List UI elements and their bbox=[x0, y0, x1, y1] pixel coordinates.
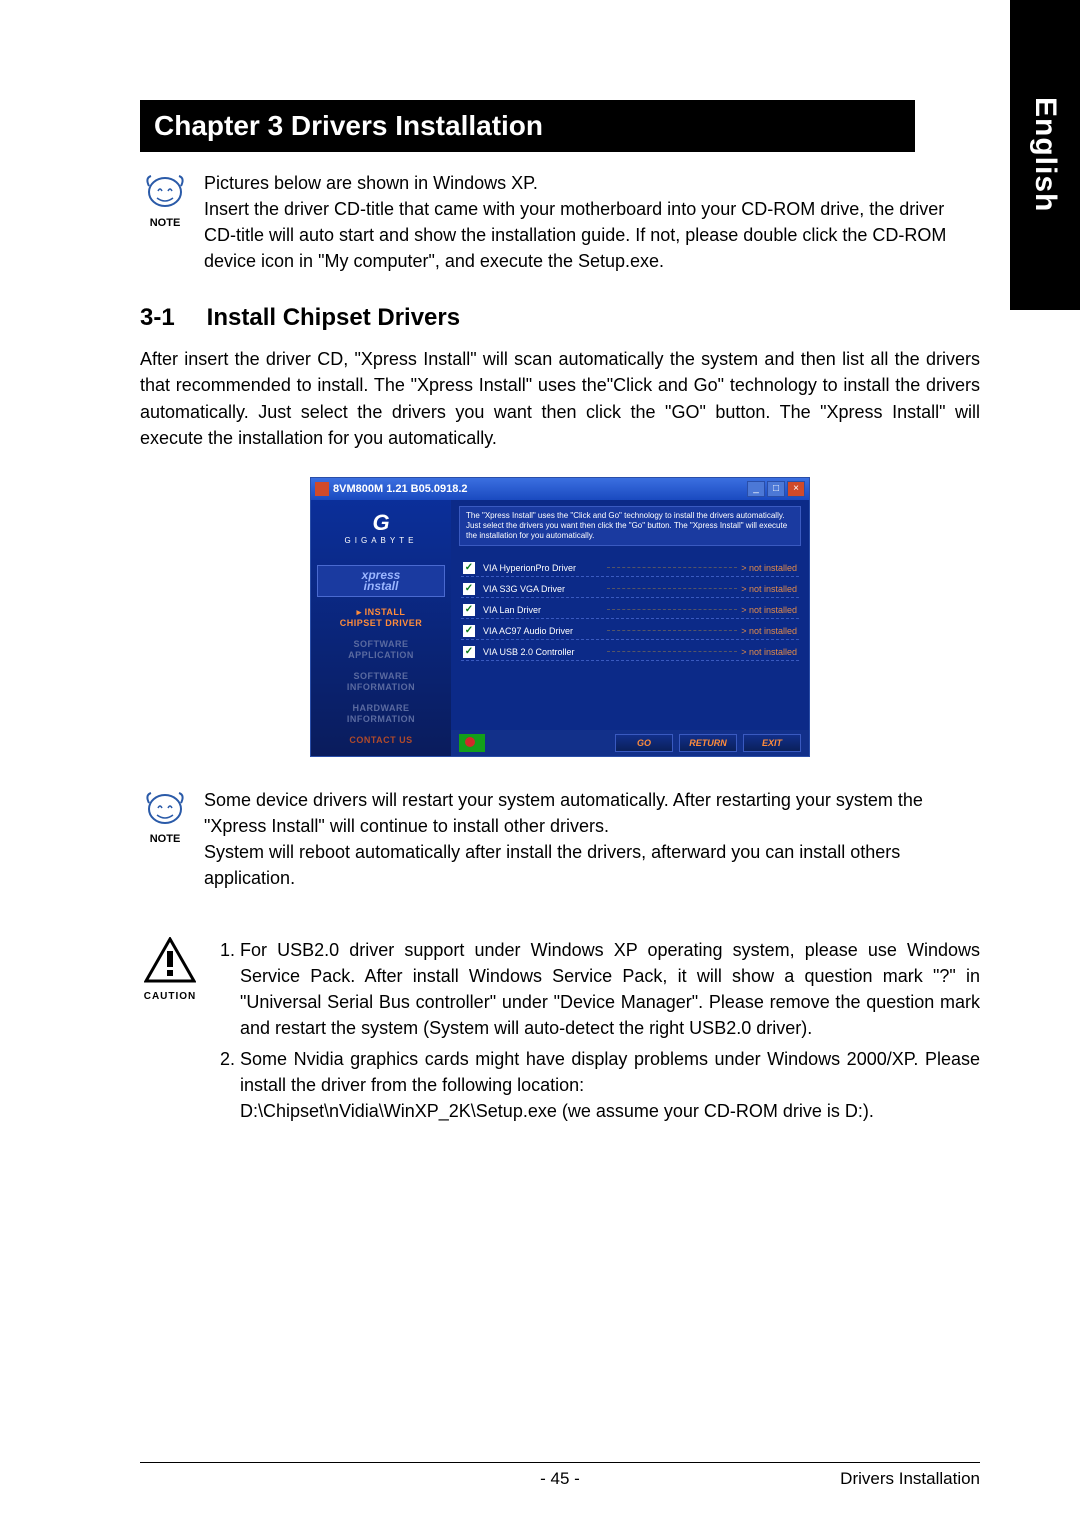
note-block-1: NOTE Pictures below are shown in Windows… bbox=[140, 170, 980, 274]
note-text: Some device drivers will restart your sy… bbox=[204, 787, 980, 891]
driver-name: VIA HyperionPro Driver bbox=[483, 563, 603, 573]
caution-block: CAUTION For USB2.0 driver support under … bbox=[140, 937, 980, 1128]
app-sidebar: G GIGABYTE xpressinstall ▸ INSTALLCHIPSE… bbox=[311, 500, 451, 756]
driver-status: > not installed bbox=[741, 647, 797, 657]
app-icon bbox=[315, 482, 329, 496]
driver-row[interactable]: ✓ VIA AC97 Audio Driver > not installed bbox=[461, 619, 799, 640]
close-button[interactable]: × bbox=[787, 481, 805, 497]
go-button[interactable]: GO bbox=[615, 734, 673, 752]
sidebar-item[interactable]: ▸ INSTALLCHIPSET DRIVER bbox=[319, 607, 443, 629]
checkbox-icon[interactable]: ✓ bbox=[463, 583, 475, 595]
driver-status: > not installed bbox=[741, 563, 797, 573]
maximize-button[interactable]: □ bbox=[767, 481, 785, 497]
section-heading: 3-1 Install Chipset Drivers bbox=[140, 304, 980, 332]
language-flag-icon[interactable] bbox=[459, 734, 485, 752]
driver-status: > not installed bbox=[741, 584, 797, 594]
driver-row[interactable]: ✓ VIA USB 2.0 Controller > not installed bbox=[461, 640, 799, 661]
driver-status: > not installed bbox=[741, 605, 797, 615]
chapter-title: Chapter 3 Drivers Installation bbox=[140, 100, 915, 152]
driver-status: > not installed bbox=[741, 626, 797, 636]
window-title: 8VM800M 1.21 B05.0918.2 bbox=[333, 483, 747, 495]
note-text: Pictures below are shown in Windows XP. … bbox=[204, 170, 980, 274]
caution-item: Some Nvidia graphics cards might have di… bbox=[240, 1046, 980, 1124]
checkbox-icon[interactable]: ✓ bbox=[463, 562, 475, 574]
minimize-button[interactable]: _ bbox=[747, 481, 765, 497]
note-icon: NOTE bbox=[140, 787, 190, 891]
driver-row[interactable]: ✓ VIA HyperionPro Driver > not installed bbox=[461, 556, 799, 577]
checkbox-icon[interactable]: ✓ bbox=[463, 604, 475, 616]
xpress-install-window: 8VM800M 1.21 B05.0918.2 _ □ × G GIGABYTE… bbox=[310, 477, 810, 757]
caution-item: For USB2.0 driver support under Windows … bbox=[240, 937, 980, 1041]
info-text: The "Xpress Install" uses the "Click and… bbox=[459, 506, 801, 546]
caution-list: For USB2.0 driver support under Windows … bbox=[214, 937, 980, 1124]
driver-name: VIA Lan Driver bbox=[483, 605, 603, 615]
xpress-install-badge: xpressinstall bbox=[317, 565, 445, 597]
section-body: After insert the driver CD, "Xpress Inst… bbox=[140, 346, 980, 450]
sidebar-item[interactable]: SOFTWAREINFORMATION bbox=[319, 671, 443, 693]
return-button[interactable]: RETURN bbox=[679, 734, 737, 752]
window-titlebar: 8VM800M 1.21 B05.0918.2 _ □ × bbox=[311, 478, 809, 500]
language-tab: English bbox=[1010, 0, 1080, 310]
page-footer: - 45 - Drivers Installation bbox=[140, 1462, 980, 1489]
driver-row[interactable]: ✓ VIA S3G VGA Driver > not installed bbox=[461, 577, 799, 598]
driver-list: ✓ VIA HyperionPro Driver > not installed ✓ V… bbox=[451, 548, 809, 730]
driver-location-path: D:\Chipset\nVidia\WinXP_2K\Setup.exe (we… bbox=[240, 1098, 980, 1124]
driver-row[interactable]: ✓ VIA Lan Driver > not installed bbox=[461, 598, 799, 619]
note-icon: NOTE bbox=[140, 170, 190, 274]
button-bar: GO RETURN EXIT bbox=[451, 730, 809, 756]
page-number: - 45 - bbox=[140, 1469, 980, 1489]
note-block-2: NOTE Some device drivers will restart yo… bbox=[140, 787, 980, 891]
language-label: English bbox=[1028, 97, 1062, 212]
checkbox-icon[interactable]: ✓ bbox=[463, 625, 475, 637]
sidebar-item[interactable]: HARDWAREINFORMATION bbox=[319, 703, 443, 725]
brand-name: GIGABYTE bbox=[311, 536, 451, 545]
sidebar-item[interactable]: CONTACT US bbox=[319, 735, 443, 746]
brand-logo: G bbox=[311, 510, 451, 536]
caution-icon: CAUTION bbox=[140, 937, 200, 1128]
exit-button[interactable]: EXIT bbox=[743, 734, 801, 752]
checkbox-icon[interactable]: ✓ bbox=[463, 646, 475, 658]
driver-name: VIA AC97 Audio Driver bbox=[483, 626, 603, 636]
driver-name: VIA S3G VGA Driver bbox=[483, 584, 603, 594]
sidebar-item[interactable]: SOFTWAREAPPLICATION bbox=[319, 639, 443, 661]
app-main-pane: The "Xpress Install" uses the "Click and… bbox=[451, 500, 809, 756]
driver-name: VIA USB 2.0 Controller bbox=[483, 647, 603, 657]
